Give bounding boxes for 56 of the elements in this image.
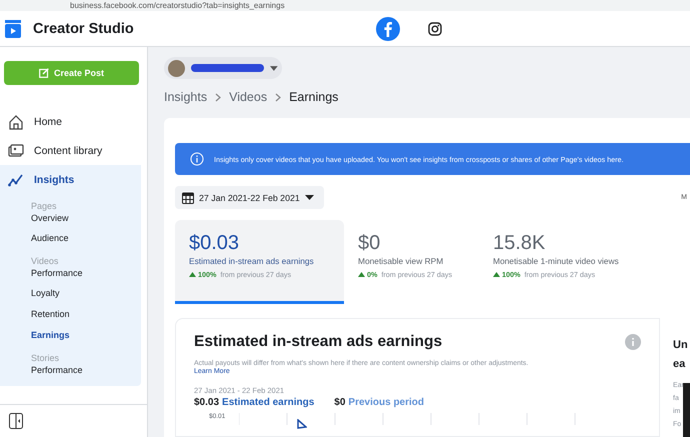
summary-value: $0 bbox=[334, 397, 346, 408]
date-range-text: 27 Jan 2021-22 Feb 2021 bbox=[199, 192, 300, 202]
section-heading: Stories bbox=[30, 352, 60, 364]
photo-stack-icon bbox=[8, 142, 24, 158]
home-icon bbox=[8, 114, 24, 130]
section-heading: Videos bbox=[30, 255, 60, 267]
nav-label: Insights bbox=[34, 174, 74, 186]
summary-label: Estimated earnings bbox=[222, 397, 314, 408]
metric-value: $0 bbox=[358, 232, 382, 254]
sub-nav-item[interactable]: Loyalty bbox=[8, 283, 141, 304]
nav-item[interactable]: Content library bbox=[8, 136, 139, 165]
avatar-circle bbox=[168, 60, 185, 76]
metric-label: Estimated in-stream ads earnings bbox=[189, 256, 315, 266]
nav-label: Content library bbox=[34, 144, 102, 156]
facebook-icon[interactable] bbox=[376, 16, 400, 40]
chevron-icon bbox=[215, 92, 222, 102]
panel-title-fragment: ea bbox=[673, 357, 686, 372]
panel-title-fragment: Un bbox=[673, 338, 689, 353]
clapperboard-icon bbox=[5, 20, 21, 38]
nav-item[interactable]: Insights bbox=[8, 165, 141, 194]
sub-nav-item[interactable]: Overview bbox=[8, 212, 141, 224]
nav-item[interactable]: Home bbox=[8, 107, 139, 136]
info-icon bbox=[190, 152, 204, 166]
metric-label: Monetisable view RPM bbox=[358, 256, 444, 266]
collapse-sidebar-icon[interactable] bbox=[9, 413, 23, 429]
up-triangle-icon bbox=[493, 272, 500, 277]
section-heading: Pages bbox=[30, 200, 58, 212]
metric-value: 15.8K bbox=[493, 232, 546, 254]
date-range-dropdown[interactable]: 27 Jan 2021-22 Feb 2021 bbox=[175, 186, 324, 209]
metric-label: Monetisable 1-minute video views bbox=[493, 256, 620, 266]
dark-overlay bbox=[683, 383, 690, 437]
instagram-icon[interactable] bbox=[428, 22, 442, 36]
sub-nav-item[interactable]: Performance bbox=[8, 364, 141, 376]
page-selector[interactable] bbox=[164, 57, 282, 79]
sub-nav-item[interactable]: Retention bbox=[8, 304, 141, 325]
chevron-icon bbox=[275, 92, 282, 102]
sub-nav-item[interactable]: Performance bbox=[8, 267, 141, 279]
edit-icon bbox=[38, 68, 49, 78]
caret-icon bbox=[270, 66, 278, 70]
breadcrumb-link[interactable]: Videos bbox=[229, 90, 268, 104]
line-chart-icon bbox=[8, 172, 24, 188]
sub-nav-item[interactable]: Audience bbox=[8, 228, 141, 249]
card-title: Estimated in-stream ads earnings bbox=[194, 333, 442, 351]
app-title: Creator Studio bbox=[33, 20, 134, 36]
up-triangle-icon bbox=[189, 272, 196, 277]
pointer-icon bbox=[297, 419, 307, 429]
calendar-icon bbox=[182, 192, 194, 204]
up-triangle-icon bbox=[358, 272, 365, 277]
nav-label: Home bbox=[34, 116, 62, 128]
summary-label: Previous period bbox=[348, 397, 424, 408]
metric-value: $0.03 bbox=[189, 232, 240, 254]
url-text: business.facebook.com/creatorstudio?tab=insights_earnings bbox=[70, 0, 285, 10]
caret-icon bbox=[304, 195, 314, 200]
sub-nav-item[interactable]: Earnings bbox=[8, 325, 141, 346]
summary-value: $0.03 bbox=[194, 397, 220, 408]
breadcrumb-link[interactable]: Insights bbox=[164, 90, 208, 104]
